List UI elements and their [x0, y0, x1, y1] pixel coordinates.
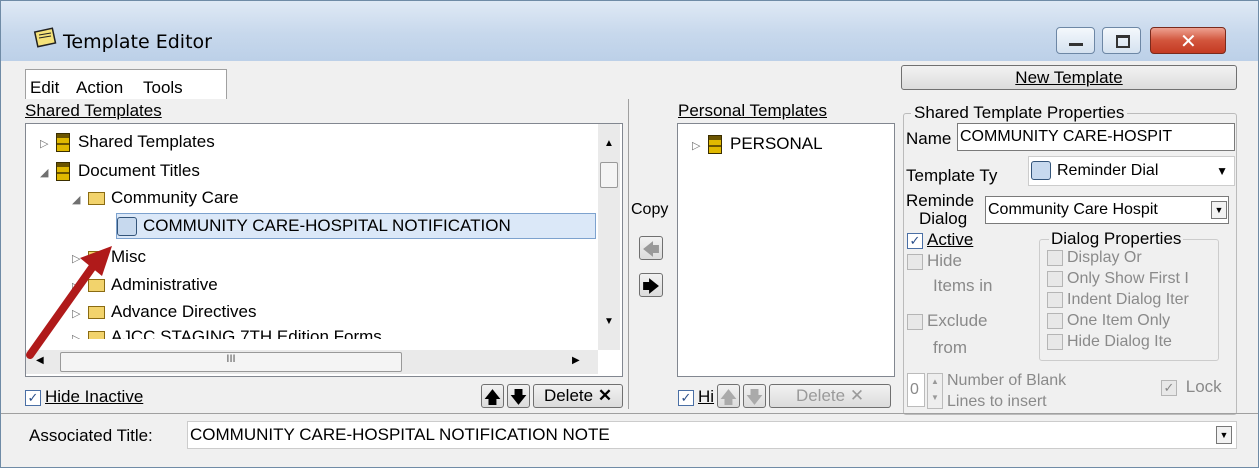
annotation-arrow: [26, 246, 112, 359]
